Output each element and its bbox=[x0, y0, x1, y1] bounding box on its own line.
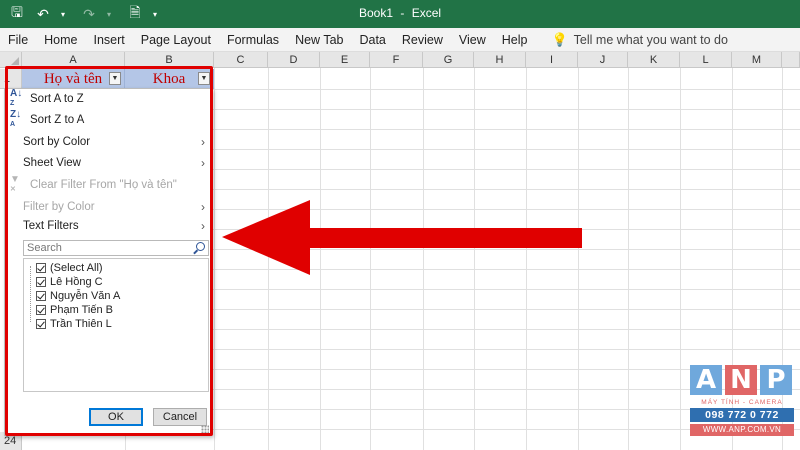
tab-help[interactable]: Help bbox=[494, 33, 536, 47]
gridline bbox=[214, 68, 215, 450]
logo-letter: N bbox=[725, 365, 757, 395]
tab-data[interactable]: Data bbox=[351, 33, 393, 47]
column-header-c[interactable]: C bbox=[214, 52, 268, 68]
lightbulb-icon: 💡 bbox=[551, 31, 568, 47]
pointer-arrow-icon bbox=[222, 200, 582, 275]
title-bar: 🖫 ↶ ▾ ↷ ▾ 🗎 ▾ Book1 - Excel bbox=[0, 0, 800, 28]
tab-insert[interactable]: Insert bbox=[86, 33, 133, 47]
logo-letter: A bbox=[690, 365, 722, 395]
ribbon-tabs: File Home Insert Page Layout Formulas Ne… bbox=[0, 28, 800, 52]
excel-window: 🖫 ↶ ▾ ↷ ▾ 🗎 ▾ Book1 - Excel File Home In… bbox=[0, 0, 800, 450]
tab-page-layout[interactable]: Page Layout bbox=[133, 33, 219, 47]
tell-me-box[interactable]: 💡 Tell me what you want to do bbox=[551, 32, 727, 48]
tab-view[interactable]: View bbox=[451, 33, 494, 47]
anp-logo: A N P MÁY TÍNH - CAMERA 098 772 0 772 WW… bbox=[690, 365, 794, 436]
logo-letter: P bbox=[760, 365, 792, 395]
logo-tagline: MÁY TÍNH - CAMERA bbox=[701, 399, 783, 406]
column-header-d[interactable]: D bbox=[268, 52, 320, 68]
tell-me-text: Tell me what you want to do bbox=[573, 32, 728, 47]
title-separator: - bbox=[400, 6, 405, 20]
app-name: Excel bbox=[411, 6, 442, 20]
gridline bbox=[680, 68, 681, 450]
workbook-name: Book1 bbox=[358, 6, 393, 20]
column-header-i[interactable]: I bbox=[526, 52, 578, 68]
column-header-k[interactable]: K bbox=[628, 52, 680, 68]
column-header-l[interactable]: L bbox=[680, 52, 732, 68]
logo-tiles: A N P bbox=[690, 365, 794, 395]
tab-formulas[interactable]: Formulas bbox=[219, 33, 287, 47]
column-header-m[interactable]: M bbox=[732, 52, 782, 68]
highlight-box bbox=[5, 66, 213, 436]
column-header-g[interactable]: G bbox=[423, 52, 474, 68]
tab-home[interactable]: Home bbox=[36, 33, 85, 47]
logo-website: WWW.ANP.COM.VN bbox=[690, 424, 794, 436]
column-header-j[interactable]: J bbox=[578, 52, 628, 68]
column-header-overflow[interactable] bbox=[782, 52, 800, 68]
gridline bbox=[628, 68, 629, 450]
logo-phone: 098 772 0 772 bbox=[690, 408, 794, 422]
column-header-f[interactable]: F bbox=[370, 52, 423, 68]
tab-review[interactable]: Review bbox=[394, 33, 451, 47]
column-header-e[interactable]: E bbox=[320, 52, 370, 68]
tab-file[interactable]: File bbox=[0, 33, 36, 47]
column-header-h[interactable]: H bbox=[474, 52, 526, 68]
tab-new-tab[interactable]: New Tab bbox=[287, 33, 351, 47]
window-title: Book1 - Excel bbox=[0, 6, 800, 20]
